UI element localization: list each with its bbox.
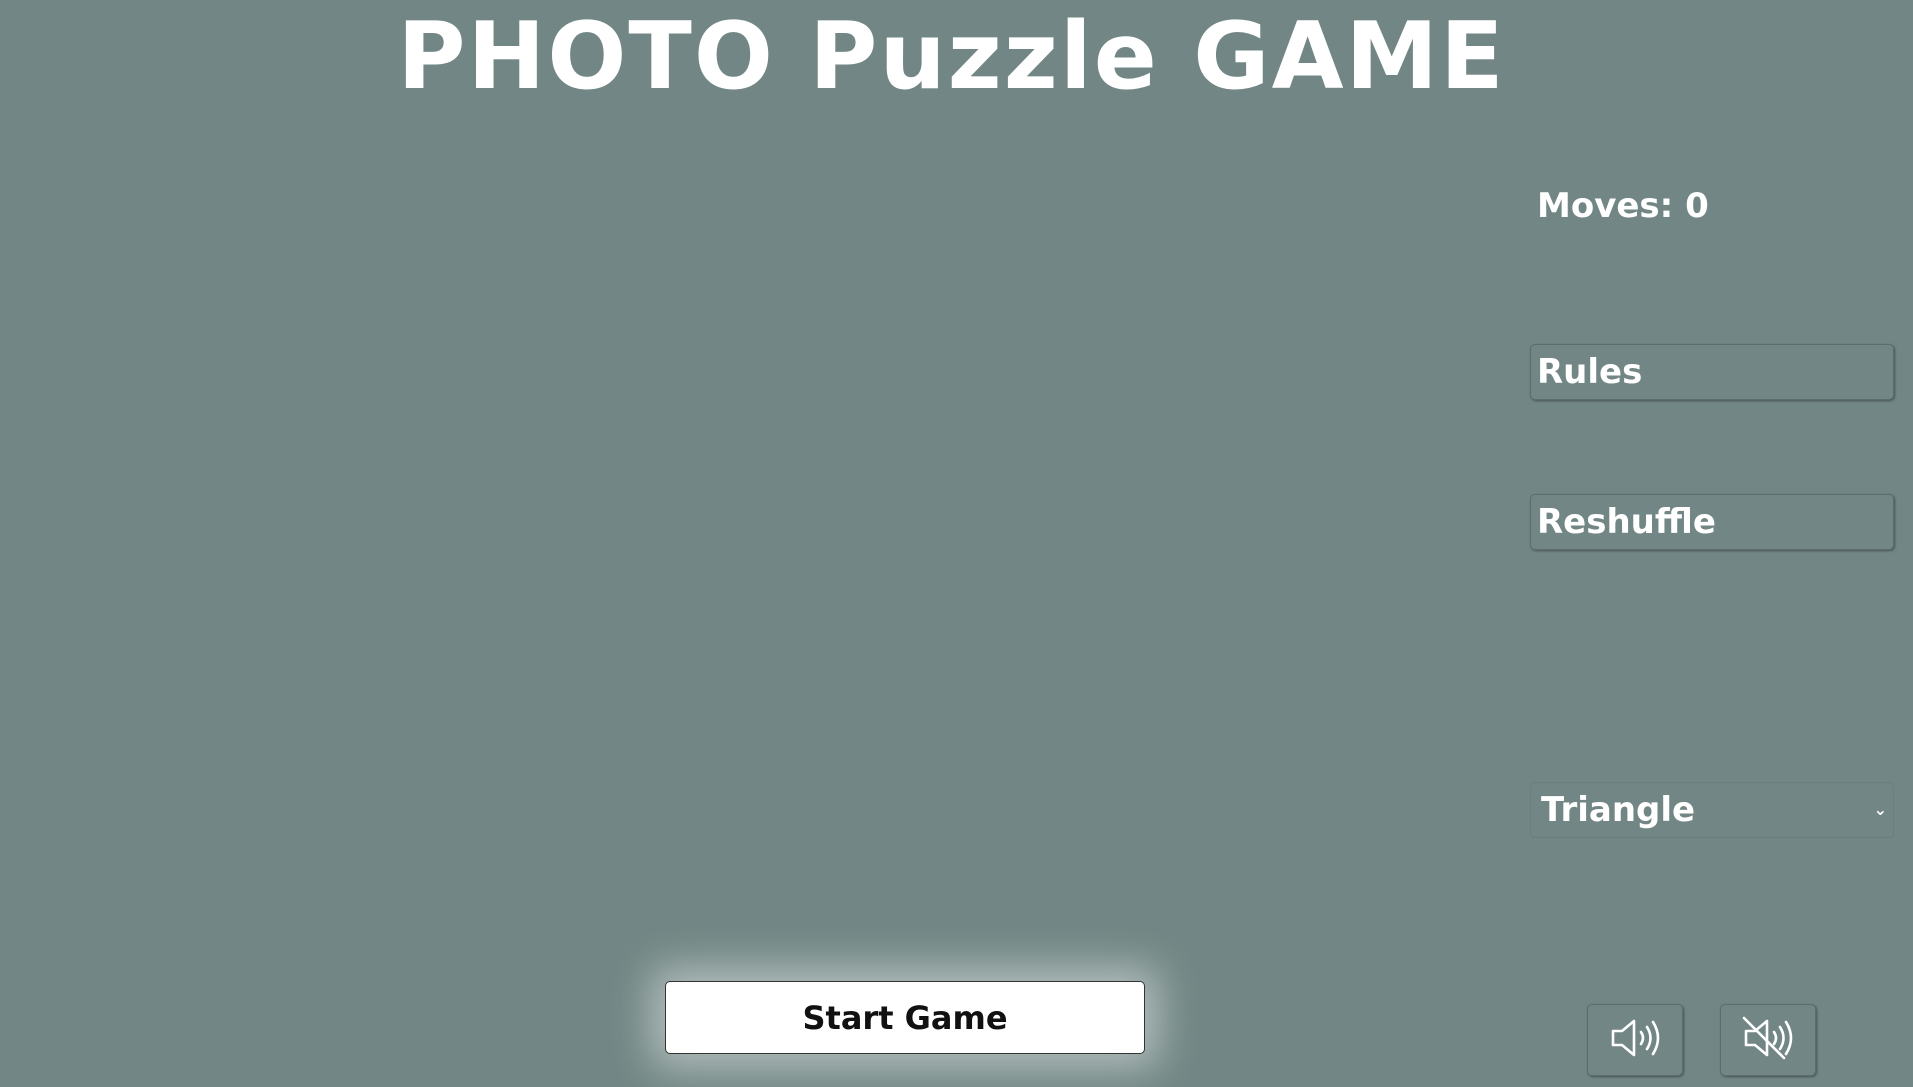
start-game-button[interactable]: Start Game xyxy=(665,981,1145,1054)
reshuffle-button[interactable]: Reshuffle xyxy=(1530,494,1894,550)
speaker-on-icon xyxy=(1607,1014,1663,1066)
sound-on-button[interactable] xyxy=(1587,1004,1683,1076)
shape-select-value: Triangle xyxy=(1541,790,1696,830)
shape-select[interactable]: Triangle ⌄ xyxy=(1530,782,1894,838)
mute-button[interactable] xyxy=(1720,1004,1816,1076)
speaker-muted-icon xyxy=(1740,1014,1796,1066)
rules-button[interactable]: Rules xyxy=(1530,344,1894,400)
moves-counter: Moves: 0 xyxy=(1537,186,1709,226)
chevron-down-icon: ⌄ xyxy=(1873,800,1887,819)
page-title: PHOTO Puzzle GAME xyxy=(397,2,1506,110)
puzzle-board[interactable] xyxy=(60,150,1460,950)
